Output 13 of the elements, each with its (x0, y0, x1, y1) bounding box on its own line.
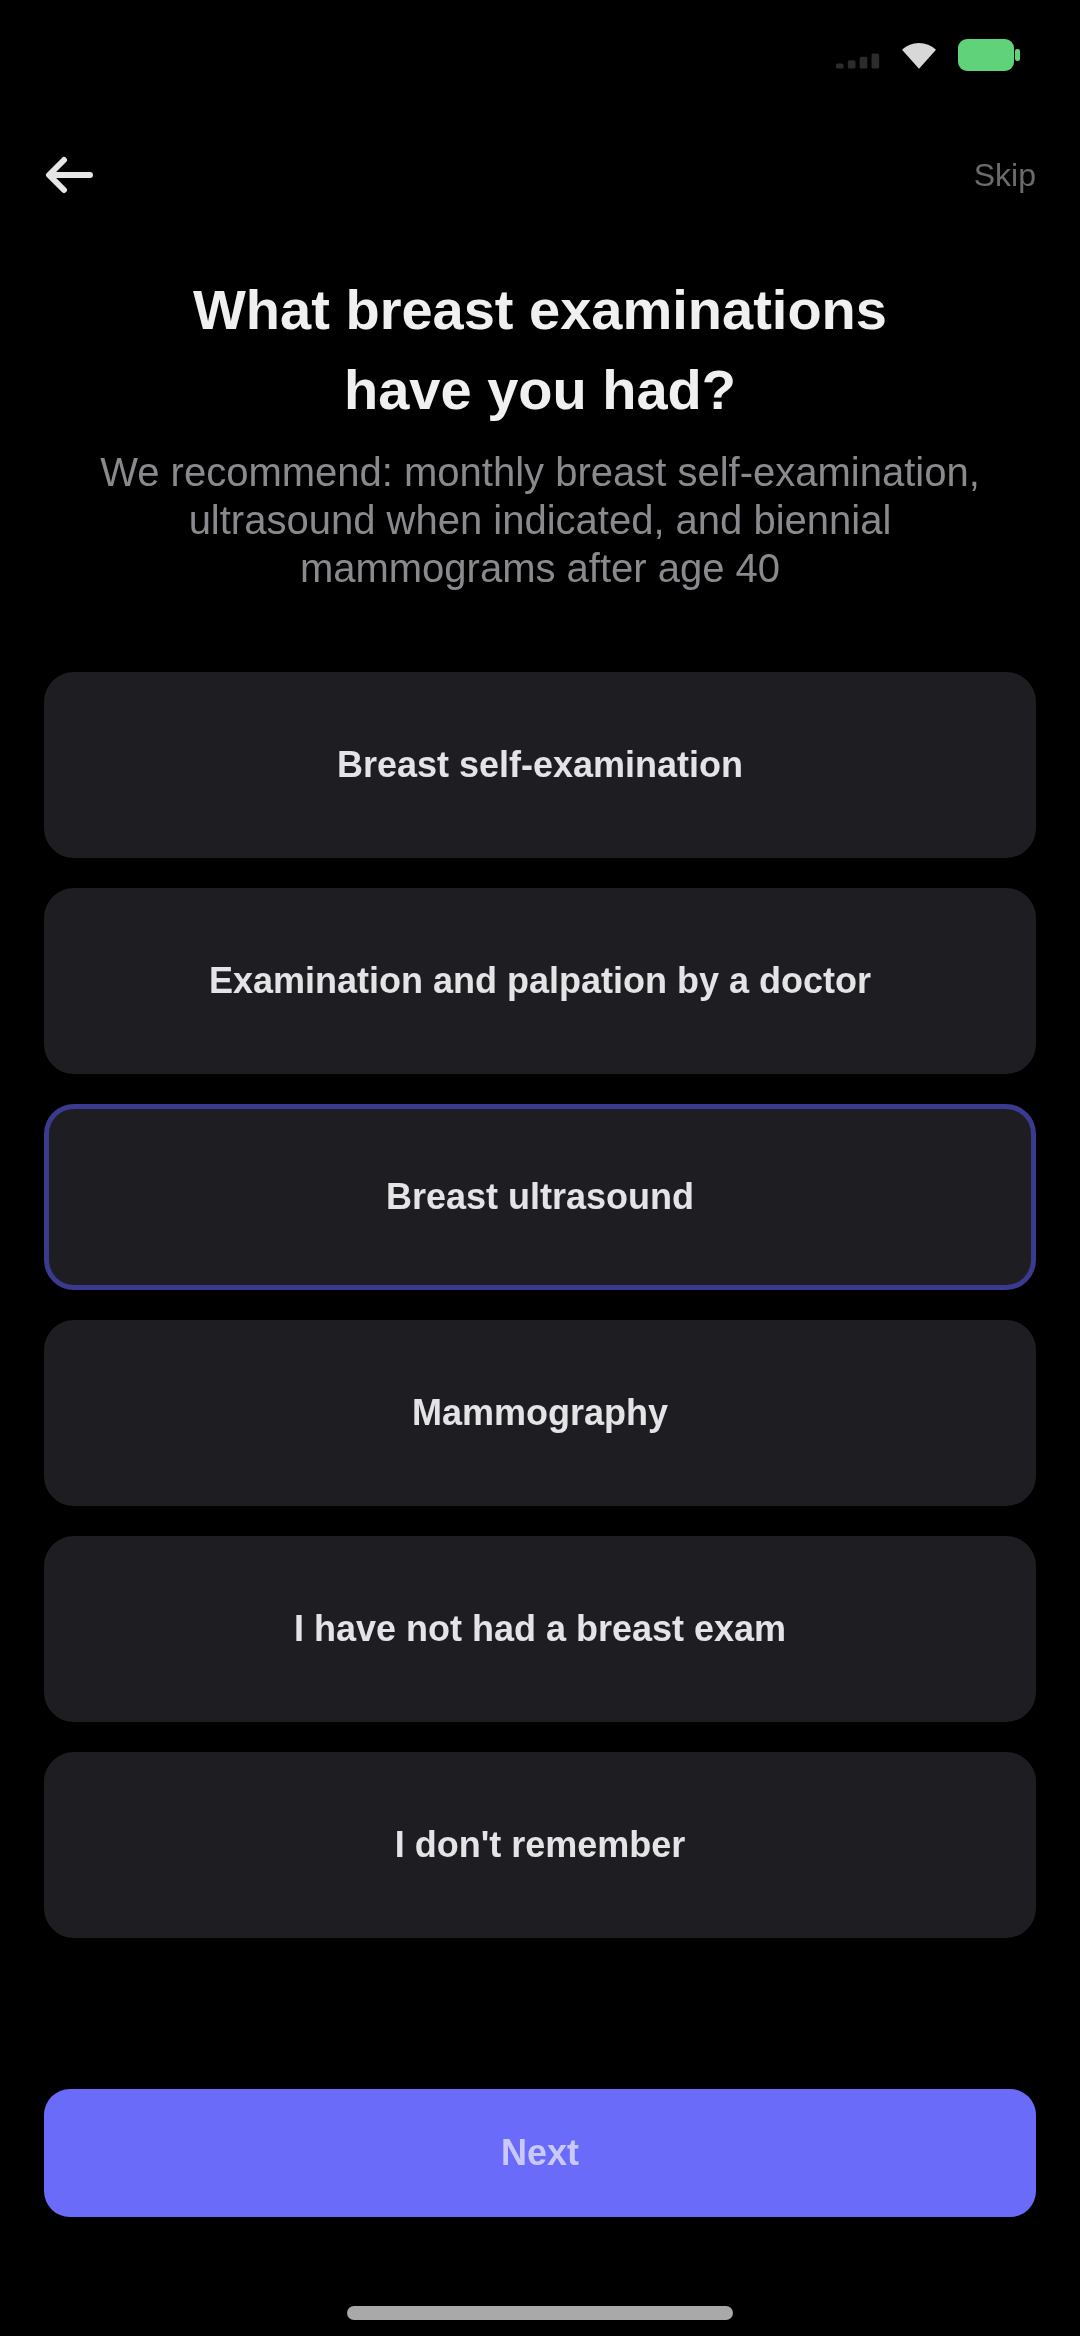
answer-option[interactable]: Breast self-examination (44, 672, 1036, 858)
answer-option[interactable]: Mammography (44, 1320, 1036, 1506)
signal-icon (836, 53, 880, 69)
answer-option[interactable]: I have not had a breast exam (44, 1536, 1036, 1722)
answer-option[interactable]: Examination and palpation by a doctor (44, 888, 1036, 1074)
skip-button[interactable]: Skip (973, 156, 1036, 194)
wifi-icon (902, 41, 936, 69)
answer-option[interactable]: I don't remember (44, 1752, 1036, 1938)
question-subtitle: We recommend: monthly breast self-examination, ultrasound when indicated, and biennial mammograms after age 40 (99, 449, 981, 592)
question-title: What breast examinations have you had? (192, 277, 888, 423)
battery-icon (958, 39, 1020, 71)
answer-option[interactable]: Breast ultrasound (44, 1104, 1036, 1290)
back-arrow-icon[interactable] (44, 156, 94, 194)
